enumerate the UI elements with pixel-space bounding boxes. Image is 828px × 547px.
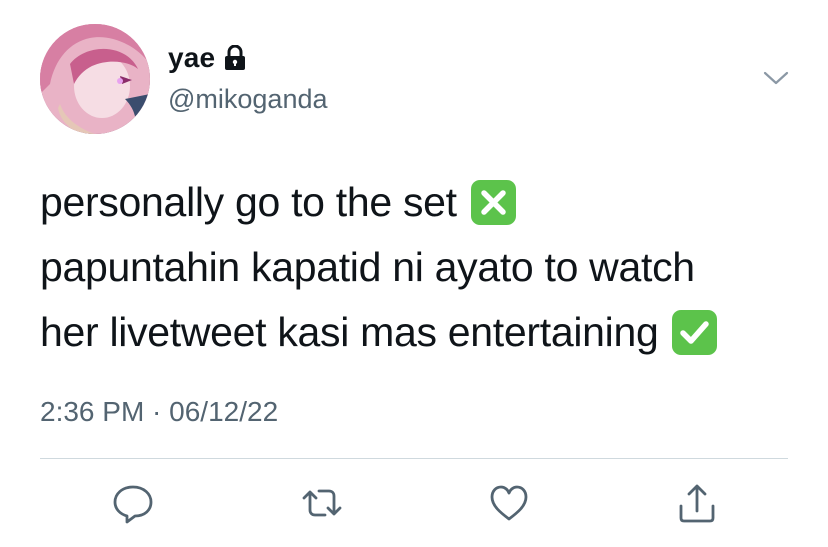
display-name[interactable]: yae	[168, 42, 215, 74]
lock-icon	[225, 45, 246, 70]
cross-mark-emoji	[470, 180, 516, 225]
check-mark-emoji	[672, 310, 718, 355]
retweet-button[interactable]	[297, 478, 347, 528]
tweet-line-1: personally go to the set	[40, 170, 800, 235]
like-icon	[490, 485, 528, 521]
tweet-text: personally go to the set papuntahin kapa…	[40, 170, 800, 365]
share-icon	[679, 484, 715, 523]
name-row: yae	[168, 42, 247, 74]
chevron-down-icon[interactable]	[762, 68, 790, 88]
reply-button[interactable]	[108, 478, 158, 528]
tweet-card: yae @mikoganda personally go to the set …	[0, 0, 828, 547]
tweet-line-2: papuntahin kapatid ni ayato to watch	[40, 244, 695, 290]
tweet-line-3: her livetweet kasi mas entertaining	[40, 300, 800, 365]
tweet-timestamp[interactable]: 2:36 PM · 06/12/22	[40, 396, 278, 428]
like-button[interactable]	[484, 478, 534, 528]
share-button[interactable]	[672, 478, 722, 528]
divider	[40, 458, 788, 459]
tweet-actions	[0, 478, 828, 528]
retweet-icon	[302, 489, 342, 517]
user-handle[interactable]: @mikoganda	[168, 84, 328, 115]
avatar[interactable]	[40, 24, 150, 134]
reply-icon	[113, 485, 153, 524]
